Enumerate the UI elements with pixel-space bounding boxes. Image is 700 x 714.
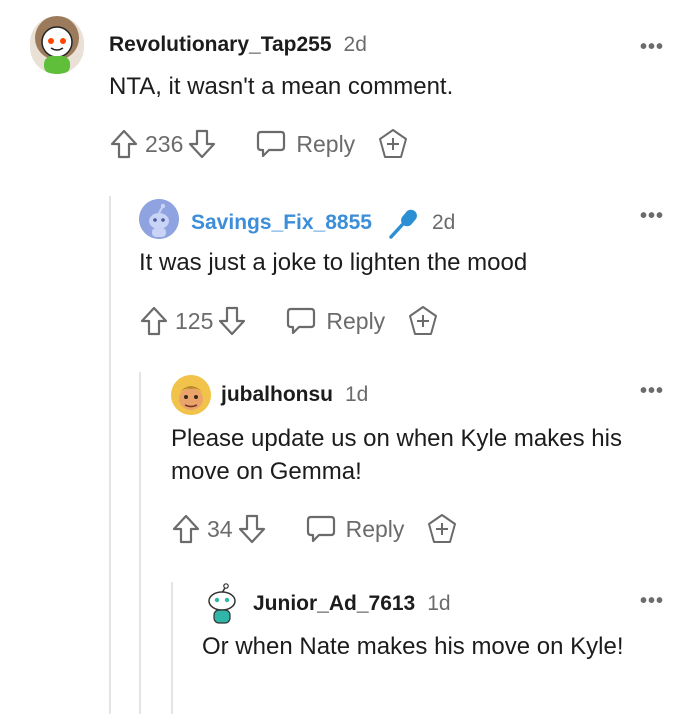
avatar[interactable] xyxy=(139,199,179,239)
username[interactable]: jubalhonsu xyxy=(221,383,333,407)
microphone-icon xyxy=(386,206,420,240)
award-plus-icon xyxy=(409,306,438,335)
comment-bubble-icon xyxy=(287,307,316,335)
thread-line-3[interactable] xyxy=(171,582,173,714)
timestamp[interactable]: 1d xyxy=(345,383,368,407)
thread-line-1[interactable] xyxy=(109,196,111,714)
comment-actions: 34 Reply xyxy=(171,513,458,545)
comment-text: NTA, it wasn't a mean comment. xyxy=(109,73,454,100)
comment-header: jubalhonsu 1d xyxy=(221,383,368,407)
timestamp[interactable]: 2d xyxy=(432,211,455,235)
reply-button[interactable]: Reply xyxy=(305,514,405,544)
default-snoo-avatar-icon xyxy=(139,199,179,239)
reply-label: Reply xyxy=(345,515,405,542)
username[interactable]: Savings_Fix_8855 xyxy=(191,211,372,235)
thread-line-2[interactable] xyxy=(139,372,141,714)
downvote-icon[interactable] xyxy=(237,513,267,545)
comment-text: Please update us on when Kyle makes his … xyxy=(171,425,622,485)
downvote-icon[interactable] xyxy=(217,305,247,337)
more-options-button[interactable]: ••• xyxy=(640,380,664,403)
timestamp[interactable]: 2d xyxy=(344,33,367,57)
avatar[interactable] xyxy=(30,16,84,74)
award-button[interactable] xyxy=(407,305,439,337)
comment-header: Junior_Ad_7613 1d xyxy=(253,592,451,616)
vote-count: 125 xyxy=(175,307,214,334)
upvote-icon[interactable] xyxy=(109,128,139,160)
reply-label: Reply xyxy=(296,130,356,157)
reply-button[interactable]: Reply xyxy=(255,129,355,159)
snoo-green-shirt-avatar-icon xyxy=(35,16,79,74)
more-options-button[interactable]: ••• xyxy=(640,205,664,228)
upvote-icon[interactable] xyxy=(171,513,201,545)
username[interactable]: Revolutionary_Tap255 xyxy=(109,33,332,57)
comment-actions: 125 Reply xyxy=(139,305,439,337)
award-plus-icon xyxy=(428,514,457,543)
comment-text: It was just a joke to lighten the mood xyxy=(139,249,528,276)
username[interactable]: Junior_Ad_7613 xyxy=(253,592,415,616)
comment-header: Revolutionary_Tap255 2d xyxy=(109,33,367,57)
vote-count: 34 xyxy=(207,515,233,542)
comment-text: Or when Nate makes his move on Kyle! xyxy=(202,633,624,660)
comment-header: Savings_Fix_8855 2d xyxy=(191,206,455,240)
more-options-button[interactable]: ••• xyxy=(640,590,664,613)
face-avatar-icon xyxy=(171,375,211,415)
award-button[interactable] xyxy=(377,128,409,160)
comment-bubble-icon xyxy=(306,515,335,543)
timestamp[interactable]: 1d xyxy=(427,592,450,616)
upvote-icon[interactable] xyxy=(139,305,169,337)
avatar[interactable] xyxy=(171,375,211,415)
avatar[interactable] xyxy=(202,583,242,625)
more-options-button[interactable]: ••• xyxy=(640,36,664,59)
award-button[interactable] xyxy=(426,513,458,545)
vote-count: 236 xyxy=(145,130,184,157)
downvote-icon[interactable] xyxy=(187,128,217,160)
comment-actions: 236 Reply xyxy=(109,128,409,160)
reply-label: Reply xyxy=(326,307,386,334)
reply-button[interactable]: Reply xyxy=(285,306,385,336)
award-plus-icon xyxy=(379,129,408,158)
snoo-teal-avatar-icon xyxy=(208,583,236,624)
comment-bubble-icon xyxy=(257,130,286,158)
